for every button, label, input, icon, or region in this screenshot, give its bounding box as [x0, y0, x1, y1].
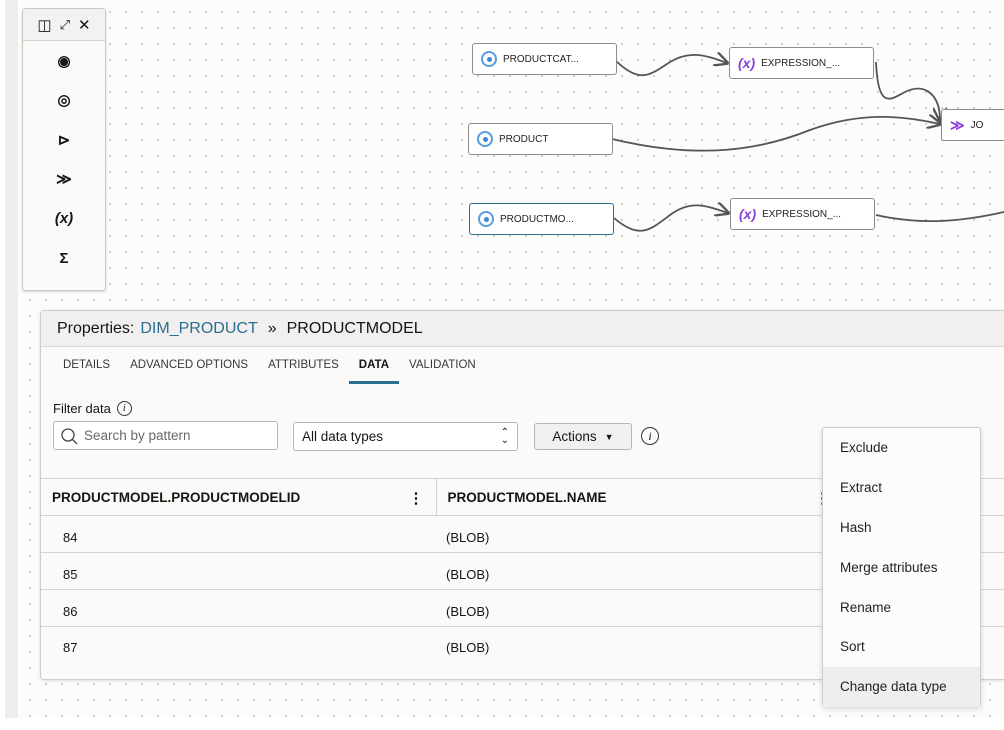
search-placeholder: Search by pattern — [84, 428, 191, 443]
breadcrumb: Properties: DIM_PRODUCT » PRODUCTMODEL — [41, 311, 1004, 347]
search-input[interactable]: Search by pattern — [53, 421, 278, 450]
node-join[interactable]: ≫ JO — [941, 109, 1004, 141]
target-icon[interactable]: ◎ — [23, 81, 105, 121]
node-label: JO — [970, 119, 984, 131]
breadcrumb-link[interactable]: DIM_PRODUCT — [140, 320, 257, 338]
edge — [875, 211, 1004, 223]
node-expression-2[interactable]: (x) EXPRESSION_... — [730, 198, 875, 230]
expand-icon[interactable]: ⤢ — [60, 17, 70, 33]
actions-menu: Exclude Extract Hash Merge attributes Re… — [822, 427, 981, 707]
actions-button[interactable]: Actions ▼ — [534, 423, 632, 450]
actions-label: Actions — [552, 429, 597, 444]
panel-icon[interactable]: ◫ — [37, 16, 51, 34]
source-icon — [477, 131, 493, 147]
edge — [875, 61, 940, 120]
node-label: PRODUCTMO... — [500, 213, 574, 225]
tab-attributes[interactable]: ATTRIBUTES — [258, 347, 349, 383]
menu-item-extract[interactable]: Extract — [823, 468, 980, 508]
node-productcategory[interactable]: PRODUCTCAT... — [472, 43, 617, 75]
search-icon — [61, 427, 78, 444]
node-label: EXPRESSION_... — [762, 208, 842, 220]
edge — [613, 205, 728, 232]
menu-item-rename[interactable]: Rename — [823, 587, 980, 627]
menu-item-merge-attributes[interactable]: Merge attributes — [823, 547, 980, 587]
edge — [613, 55, 727, 77]
menu-item-sort[interactable]: Sort — [823, 627, 980, 667]
operator-palette: ◫ ⤢ ✕ ◉ ◎ ⊳ ≫ (x) Σ — [22, 8, 106, 291]
expression-icon: (x) — [739, 206, 757, 222]
filter-icon[interactable]: ⊳ — [23, 120, 105, 160]
updown-icon: ⌃ ⌄ — [500, 426, 509, 446]
tab-advanced-options[interactable]: ADVANCED OPTIONS — [120, 347, 258, 383]
node-label: EXPRESSION_... — [761, 57, 841, 69]
column-title: PRODUCTMODEL.PRODUCTMODELID — [52, 489, 301, 505]
info-icon[interactable]: i — [641, 427, 659, 445]
menu-item-exclude[interactable]: Exclude — [823, 428, 980, 468]
close-icon[interactable]: ✕ — [78, 16, 91, 34]
properties-label: Properties: — [57, 319, 135, 337]
expression-icon[interactable]: (x) — [23, 199, 105, 239]
tab-validation[interactable]: VALIDATION — [399, 347, 486, 383]
cell: 84 — [41, 515, 436, 553]
node-label: PRODUCTCAT... — [503, 53, 579, 65]
menu-item-change-data-type[interactable]: Change data type — [823, 666, 980, 707]
edge — [611, 117, 940, 152]
source-icon — [478, 211, 494, 227]
data-type-select[interactable]: All data types ⌃ ⌄ — [293, 422, 518, 451]
breadcrumb-current: PRODUCTMODEL — [286, 319, 423, 337]
node-product[interactable]: PRODUCT — [468, 123, 613, 155]
node-label: PRODUCT — [499, 133, 549, 145]
source-icon[interactable]: ◉ — [23, 41, 105, 81]
cell: 86 — [41, 589, 436, 627]
tab-details[interactable]: DETAILS — [53, 347, 120, 383]
info-icon[interactable]: i — [116, 401, 132, 416]
caret-down-icon: ▼ — [604, 431, 614, 442]
cell: 85 — [41, 552, 436, 590]
expression-icon: (x) — [738, 55, 756, 71]
cell: 87 — [63, 640, 78, 655]
join-icon[interactable]: ≫ — [23, 160, 105, 200]
node-expression-1[interactable]: (x) EXPRESSION_... — [729, 47, 874, 79]
node-productmodel[interactable]: PRODUCTMO... — [469, 203, 614, 235]
select-value: All data types — [302, 429, 384, 444]
tab-data[interactable]: DATA — [348, 347, 400, 384]
join-icon: ≫ — [950, 116, 965, 133]
breadcrumb-separator: » — [267, 319, 277, 337]
column-title: PRODUCTMODEL.NAME — [447, 489, 607, 505]
column-header[interactable]: PRODUCTMODEL.PRODUCTMODELID ⋮ — [41, 478, 437, 516]
menu-item-hash[interactable]: Hash — [823, 508, 980, 548]
kebab-icon[interactable]: ⋮ — [409, 489, 424, 507]
source-icon — [481, 51, 497, 67]
aggregate-icon[interactable]: Σ — [23, 239, 105, 279]
filter-label: Filter data — [53, 401, 111, 416]
tab-bar: DETAILS ADVANCED OPTIONS ATTRIBUTES DATA… — [41, 347, 1004, 384]
